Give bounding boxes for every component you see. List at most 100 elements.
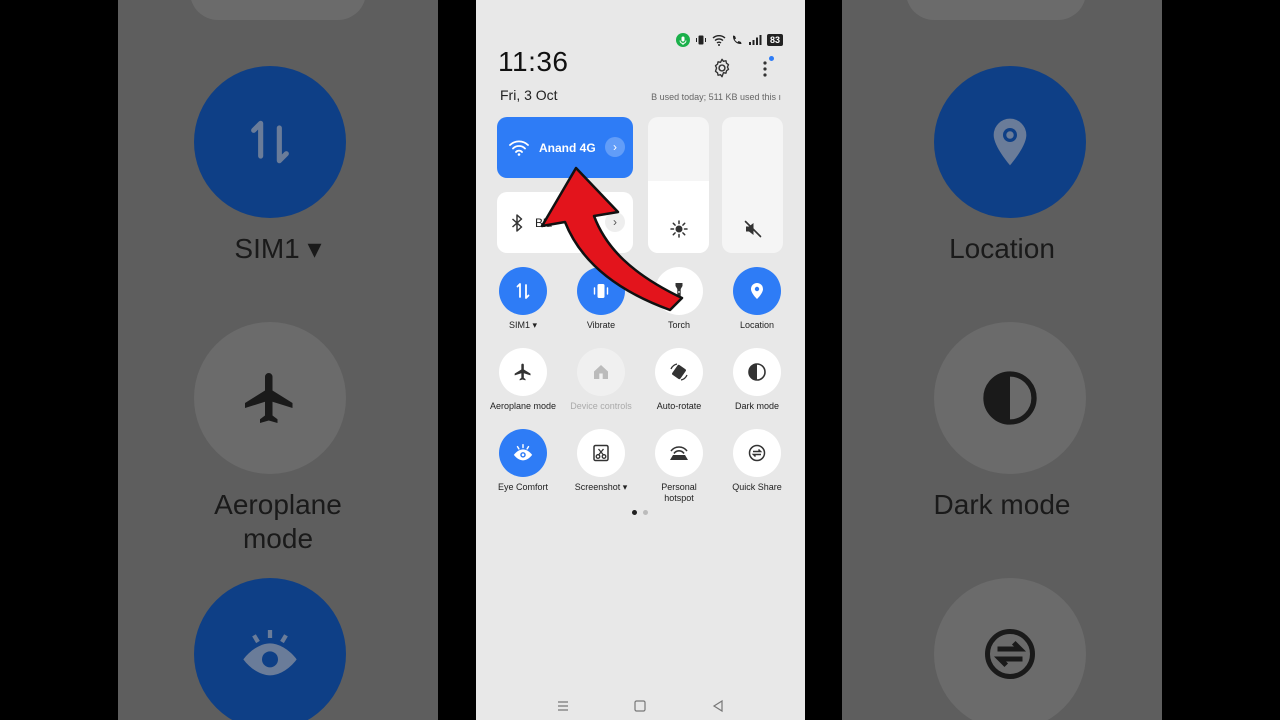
sim1-toggle[interactable] [499,267,547,315]
back-triangle-icon [713,699,723,713]
screenshot-toggle[interactable] [577,429,625,477]
qs-torch[interactable]: Torch [640,267,718,331]
more-options-button[interactable] [760,56,774,80]
recents-button[interactable] [555,698,571,714]
blurred-background-left: SIM1 ▾ Aeroplane mode [118,0,438,720]
dark-mode-label: Dark mode [734,401,779,411]
quick-share-icon [748,444,766,462]
bluetooth-label: Blu [535,215,553,230]
background-tile [906,0,1086,20]
aeroplane-mode-toggle[interactable] [499,348,547,396]
dark-mode-icon [748,363,766,381]
qs-aeroplane-mode[interactable]: Aeroplane mode [484,348,562,412]
auto-rotate-label: Auto-rotate [656,401,702,411]
qs-sim1[interactable]: SIM1 ▾ [484,267,562,331]
eye-comfort-icon [513,444,533,461]
background-location-label: Location [949,233,1055,264]
qs-eye-comfort[interactable]: Eye Comfort [484,429,562,493]
eye-comfort-label: Eye Comfort [497,482,548,492]
aeroplane-icon [514,363,531,381]
sim1-label: SIM1 ▾ [508,320,538,330]
date: Fri, 3 Oct [500,87,558,103]
qs-quick-share[interactable]: Quick Share [718,429,796,493]
personal-hotspot-label: Personal hotspot [661,482,697,503]
notification-dot [769,56,774,61]
volume-muted-icon [744,220,762,238]
bluetooth-details-chevron-icon[interactable]: › [605,212,625,232]
wifi-details-chevron-icon[interactable]: › [605,137,625,157]
page-dot-active [632,510,637,515]
quick-share-label: Quick Share [732,482,782,492]
aeroplane-mode-label: Aeroplane mode [489,401,557,411]
page-indicator [632,510,648,515]
location-toggle[interactable] [733,267,781,315]
qs-auto-rotate[interactable]: Auto-rotate [640,348,718,412]
navigation-bar [476,698,805,714]
status-bar: 83 [675,33,783,47]
menu-icon [557,701,568,711]
background-dark-mode-label: Dark mode [933,489,1071,520]
background-aeroplane-icon [194,322,346,474]
background-eye-icon [194,578,346,720]
torch-toggle[interactable] [655,267,703,315]
background-quick-share-icon [934,578,1086,720]
quick-settings-panel: 83 11:36 Fri, 3 Oct B used today; 511 KB… [476,0,805,720]
background-sim-label: SIM1 ▾ [234,233,322,264]
location-label: Location [739,320,775,330]
qs-personal-hotspot[interactable]: Personal hotspot [640,429,718,504]
home-icon [594,365,608,379]
vibrate-toggle[interactable] [577,267,625,315]
screenshot-label: Screenshot ▾ [574,482,628,492]
background-dark-mode-icon [934,322,1086,474]
wifi-network-name: Anand 4G [539,140,596,155]
qs-dark-mode[interactable]: Dark mode [718,348,796,412]
clock: 11:36 [498,46,569,77]
back-button[interactable] [710,698,726,714]
mobile-data-icon [516,283,530,299]
bluetooth-icon [512,213,523,232]
page-dot [643,510,648,515]
dark-mode-toggle[interactable] [733,348,781,396]
auto-rotate-toggle[interactable] [655,348,703,396]
wifi-icon [509,140,529,156]
background-tile [190,0,366,20]
square-home-icon [634,700,647,712]
torch-label: Torch [667,320,690,330]
brightness-icon [670,220,688,238]
screenshot-icon [593,444,609,462]
vibrate-icon [695,35,706,45]
location-icon [751,283,763,299]
eye-comfort-toggle[interactable] [499,429,547,477]
settings-gear-icon[interactable] [711,57,733,79]
more-vert-icon [763,61,767,77]
qs-location[interactable]: Location [718,267,796,331]
qs-device-controls[interactable]: Device controls [562,348,640,412]
background-sim-icon [194,66,346,218]
hotspot-icon [670,446,688,460]
auto-rotate-icon [670,363,688,381]
wifi-status-icon [712,35,726,46]
battery-level: 83 [766,34,783,46]
qs-screenshot[interactable]: Screenshot ▾ [562,429,640,493]
personal-hotspot-toggle[interactable] [655,429,703,477]
device-controls-toggle[interactable] [577,348,625,396]
bluetooth-tile[interactable]: Blu › [497,192,633,253]
device-controls-label: Device controls [570,401,632,411]
signal-icon [748,35,762,45]
brightness-slider[interactable] [648,117,709,253]
background-aeroplane-label: Aeroplane mode [214,489,342,554]
vibrate-icon [593,284,609,298]
home-button[interactable] [632,698,648,714]
quick-share-toggle[interactable] [733,429,781,477]
brightness-slider-fill [648,181,709,253]
blurred-background-right: Location Dark mode [842,0,1162,720]
microphone-in-use-icon [675,33,690,47]
vibrate-label: Vibrate [586,320,616,330]
qs-vibrate[interactable]: Vibrate [562,267,640,331]
wifi-calling-icon [732,35,742,45]
data-usage-text: B used today; 511 KB used this ı [651,92,781,102]
wifi-tile[interactable]: Anand 4G › [497,117,633,178]
volume-slider[interactable] [722,117,783,253]
background-location-icon [934,66,1086,218]
torch-icon [675,283,683,299]
